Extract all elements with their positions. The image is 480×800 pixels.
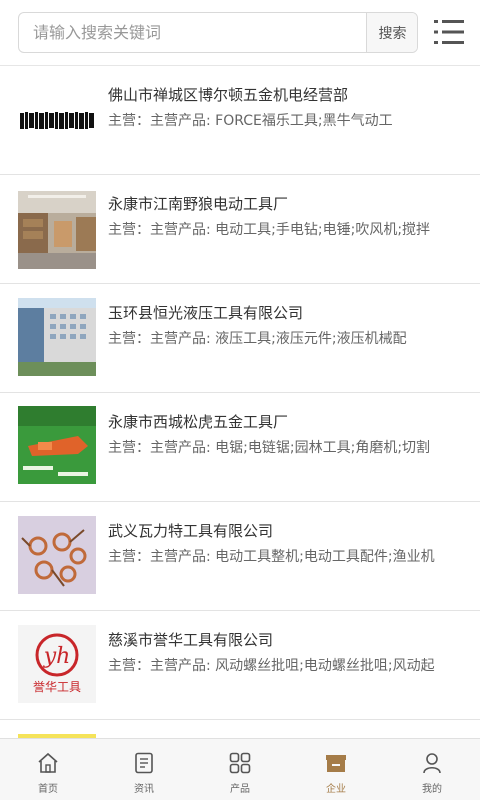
bottom-tab-bar: 首页 资讯 产品 企业 我的 xyxy=(0,738,480,800)
store-icon xyxy=(326,755,346,772)
tab-label: 企业 xyxy=(326,784,346,795)
company-business: 主营：主营产品: 电动工具整机;电动工具配件;渔业机 xyxy=(108,549,435,565)
tab-enterprise[interactable]: 企业 xyxy=(288,739,384,800)
company-name[interactable]: 永康市西城松虎五金工具厂 xyxy=(108,411,288,432)
grid-icon xyxy=(229,752,251,774)
company-list-item[interactable]: 武义瓦力特工具有限公司 主营：主营产品: 电动工具整机;电动工具配件;渔业机 xyxy=(0,502,480,611)
svg-text:yh: yh xyxy=(43,644,71,669)
company-list: 佛山市禅城区博尔顿五金机电经营部 主营：主营产品: FORCE福乐工具;黑牛气动… xyxy=(0,66,480,738)
company-list-item[interactable]: 佛山市禅城区博尔顿五金机电经营部 主营：主营产品: FORCE福乐工具;黑牛气动… xyxy=(0,66,480,175)
company-thumbnail xyxy=(18,516,96,594)
company-thumbnail xyxy=(18,191,96,269)
tab-mine[interactable]: 我的 xyxy=(384,739,480,800)
company-list-item[interactable]: 永康市西城松虎五金工具厂 主营：主营产品: 电锯;电链锯;园林工具;角磨机;切割 xyxy=(0,393,480,502)
company-logo: yh 誉华工具 xyxy=(18,625,96,703)
company-list-item[interactable]: yh 誉华工具 慈溪市誉华工具有限公司 主营：主营产品: 风动螺丝批咀;电动螺丝… xyxy=(0,611,480,720)
company-name[interactable]: 永康市江南野狼电动工具厂 xyxy=(108,193,288,214)
search-button[interactable]: 搜索 xyxy=(366,13,417,52)
company-thumbnail xyxy=(18,298,96,376)
company-business: 主营：主营产品: 液压工具;液压元件;液压机械配 xyxy=(108,331,407,347)
tab-label: 首页 xyxy=(38,784,58,795)
tab-label: 产品 xyxy=(230,784,250,795)
home-icon xyxy=(38,752,58,773)
company-name[interactable]: 慈溪市誉华工具有限公司 xyxy=(108,629,273,650)
company-name[interactable]: 玉环县恒光液压工具有限公司 xyxy=(108,302,303,323)
company-list-item[interactable]: 永康市江南野狼电动工具厂 主营：主营产品: 电动工具;手电钻;电锤;吹风机;搅拌 xyxy=(0,175,480,284)
company-business: 主营：主营产品: FORCE福乐工具;黑牛气动工 xyxy=(108,113,393,129)
tab-products[interactable]: 产品 xyxy=(192,739,288,800)
company-business: 主营：主营产品: 风动螺丝批咀;电动螺丝批咀;风动起 xyxy=(108,658,435,674)
user-icon xyxy=(423,753,441,774)
company-thumbnail xyxy=(18,406,96,484)
tab-home[interactable]: 首页 xyxy=(0,739,96,800)
company-business: 主营：主营产品: 电动工具;手电钻;电锤;吹风机;搅拌 xyxy=(108,222,431,238)
company-list-item[interactable]: 玉环县恒光液压工具有限公司 主营：主营产品: 液压工具;液压元件;液压机械配 xyxy=(0,284,480,393)
search-bar: 搜索 xyxy=(18,12,418,53)
tab-news[interactable]: 资讯 xyxy=(96,739,192,800)
tab-label: 资讯 xyxy=(134,784,154,795)
tab-label: 我的 xyxy=(422,784,442,795)
company-name[interactable]: 佛山市禅城区博尔顿五金机电经营部 xyxy=(108,84,348,105)
company-name[interactable]: 武义瓦力特工具有限公司 xyxy=(108,520,273,541)
company-thumbnail xyxy=(18,82,96,160)
news-icon xyxy=(135,752,153,774)
company-business: 主营：主营产品: 电锯;电链锯;园林工具;角磨机;切割 xyxy=(108,440,431,456)
search-input[interactable] xyxy=(19,13,366,52)
svg-text:誉华工具: 誉华工具 xyxy=(33,680,81,694)
list-menu-icon[interactable] xyxy=(434,18,464,46)
header: 搜索 xyxy=(0,0,480,66)
company-list-item[interactable] xyxy=(0,720,480,738)
